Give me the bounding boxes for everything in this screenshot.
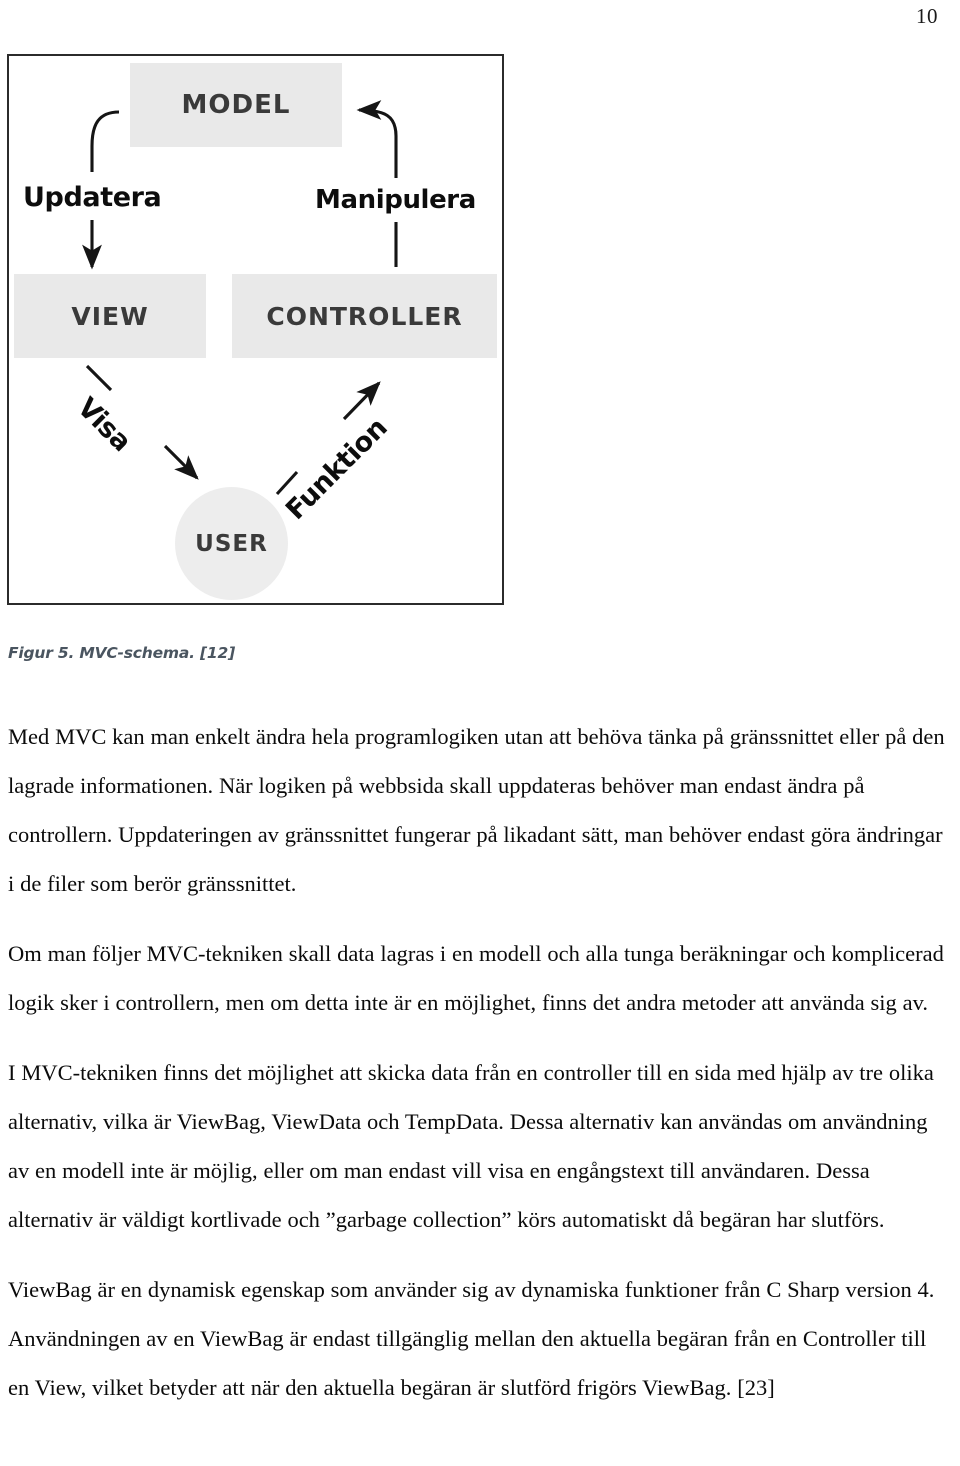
arrow-manipulera-to-model (356, 100, 398, 178)
paragraph: Med MVC kan man enkelt ändra hela progra… (8, 724, 945, 896)
paragraph: ViewBag är en dynamisk egenskap som anvä… (8, 1277, 935, 1400)
arrow-model-to-updatera (90, 110, 120, 172)
node-controller: CONTROLLER (232, 274, 497, 358)
node-user: USER (175, 487, 288, 600)
edge-label-updatera: Updatera (23, 182, 162, 213)
paragraph: I MVC-tekniken finns det möjlighet att s… (8, 1060, 934, 1232)
edge-label-manipulera: Manipulera (315, 185, 476, 215)
node-model: MODEL (130, 63, 342, 147)
figure-caption: Figur 5. MVC-schema. [12] (8, 644, 235, 662)
mvc-schema-figure: MODEL VIEW CONTROLLER USER Updatera Mani… (7, 54, 504, 605)
arrow-funktion-to-controller (342, 381, 381, 421)
arrow-view-to-visa (85, 364, 113, 392)
page-number: 10 (916, 4, 938, 28)
node-view: VIEW (14, 274, 206, 358)
body-text: Med MVC kan man enkelt ändra hela progra… (8, 712, 952, 1412)
paragraph: Om man följer MVC-tekniken skall data la… (8, 941, 944, 1015)
arrow-visa-to-user (163, 444, 199, 480)
